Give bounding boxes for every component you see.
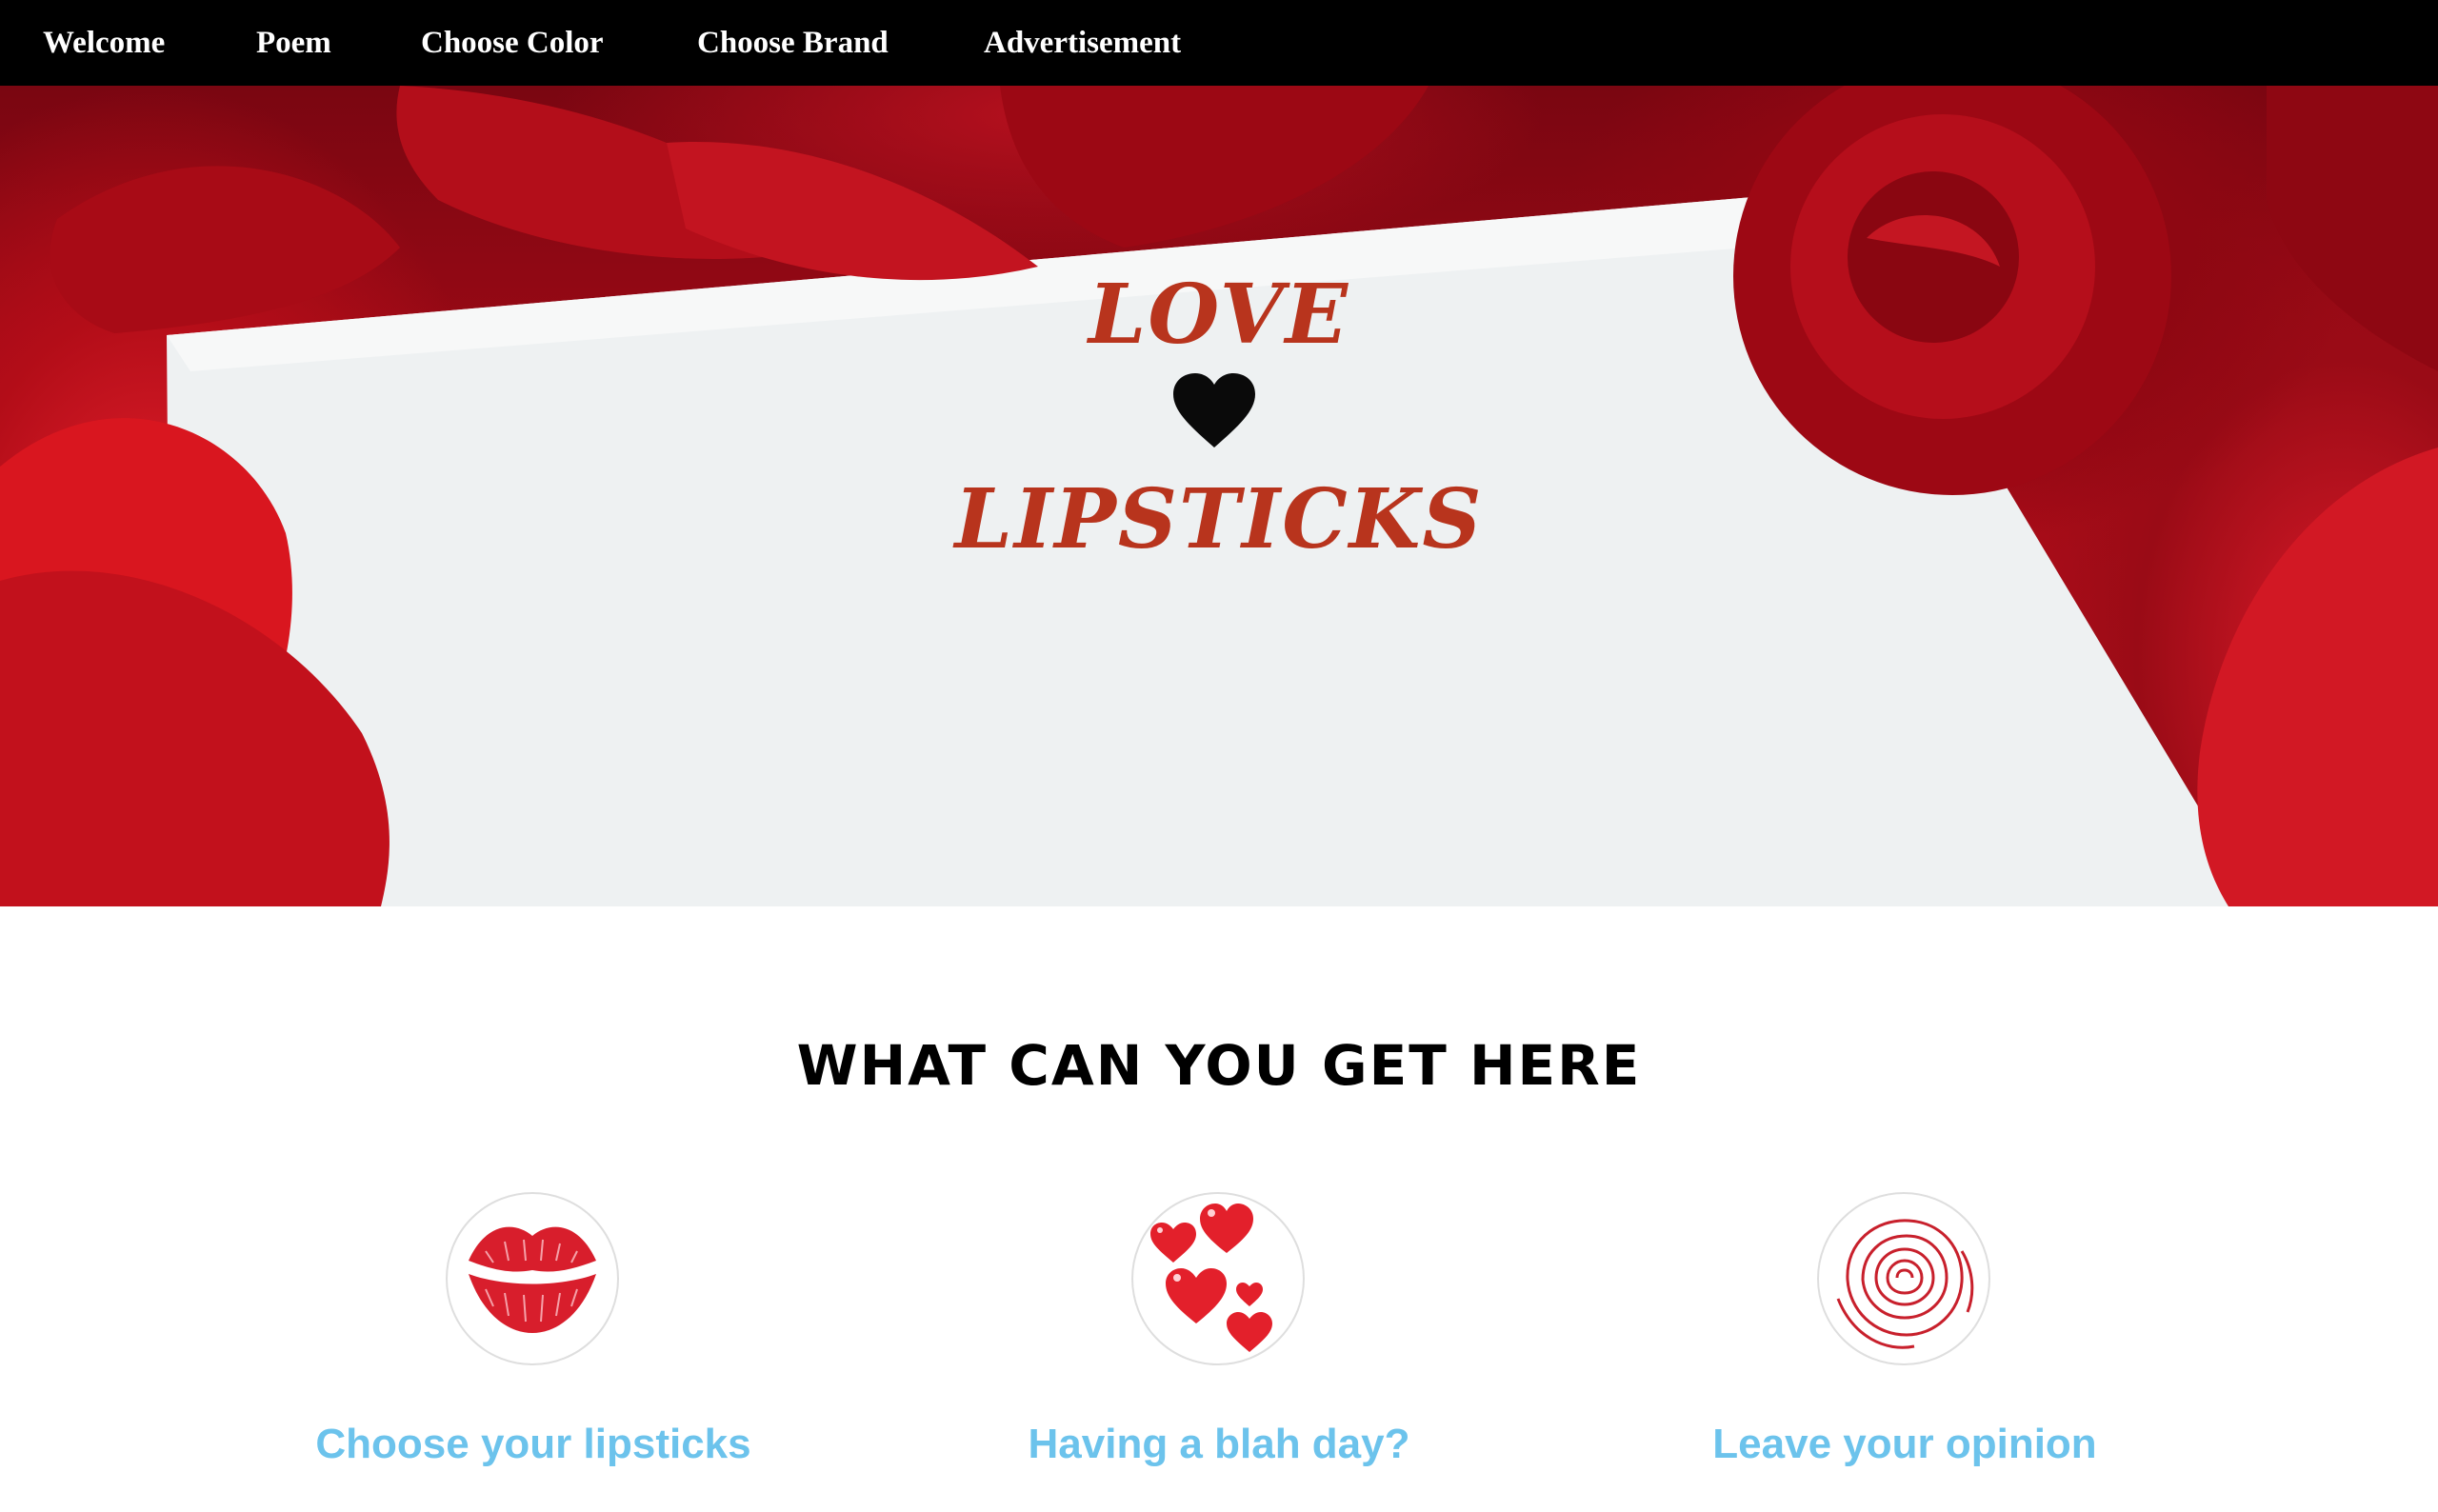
hearts-icon[interactable]	[1131, 1192, 1305, 1365]
nav-choose-brand[interactable]: Choose Brand	[697, 0, 889, 86]
section-title: WHAT CAN YOU GET HERE	[796, 1033, 1642, 1098]
hero-title-lipsticks: LIPSTICKS	[954, 471, 1484, 567]
feature-link-choose-lipsticks[interactable]: Choose your lipsticks	[190, 1421, 876, 1468]
hero-title-love: LOVE	[1088, 267, 1350, 363]
feature-leave-opinion: Leave your opinion	[1562, 1192, 2248, 1506]
lips-icon[interactable]	[446, 1192, 619, 1365]
nav-welcome[interactable]: Welcome	[43, 0, 165, 86]
feature-choose-lipsticks: Choose your lipsticks	[190, 1192, 876, 1506]
nav-choose-color[interactable]: Choose Color	[421, 0, 604, 86]
top-navbar: Welcome Poem Choose Color Choose Brand A…	[0, 0, 2438, 86]
feature-link-leave-opinion[interactable]: Leave your opinion	[1562, 1421, 2248, 1468]
nav-poem[interactable]: Poem	[256, 0, 331, 86]
nav-advertisement[interactable]: Advertisement	[984, 0, 1181, 86]
hero-banner: LOVE LIPSTICKS	[0, 86, 2438, 906]
feature-link-blah-day[interactable]: Having a blah day?	[876, 1421, 1562, 1468]
feature-blah-day: Having a blah day?	[876, 1192, 1562, 1506]
heart-icon	[1173, 373, 1255, 448]
rose-icon[interactable]	[1817, 1192, 1990, 1365]
